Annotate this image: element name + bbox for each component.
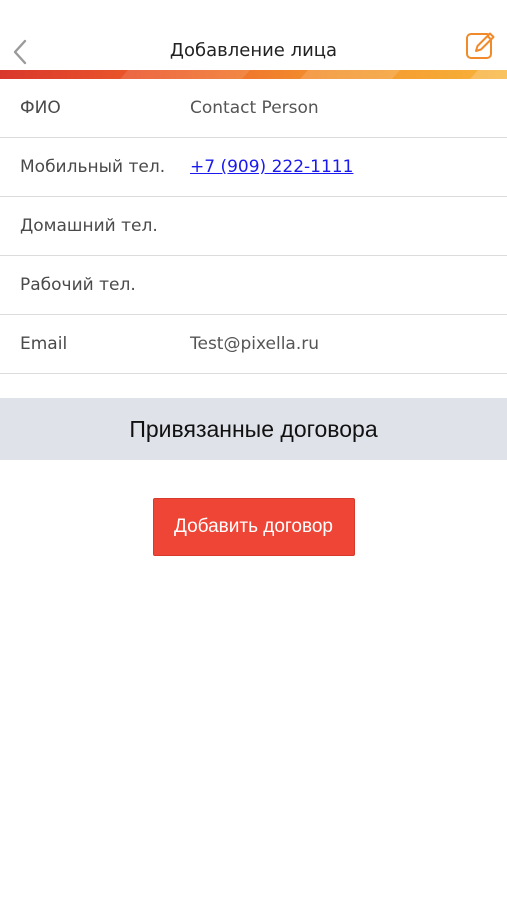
field-label: Рабочий тел. [20,275,136,295]
field-value[interactable]: Test@pixella.ru [170,334,507,354]
header-accent-stripe [0,70,507,79]
field-row-home-phone[interactable]: Домашний тел. [0,197,507,256]
page-title: Добавление лица [169,40,338,61]
field-row-mobile-phone[interactable]: Мобильный тел. +7 (909) 222-1111 [0,138,507,197]
field-row-work-phone[interactable]: Рабочий тел. [0,256,507,315]
field-row-email[interactable]: Email Test@pixella.ru [0,315,507,374]
add-contract-button[interactable]: Добавить договор [152,498,355,556]
field-label: Email [20,334,68,354]
section-header-contracts: Привязанные договора [0,398,507,460]
field-row-fio[interactable]: ФИО Contact Person [0,79,507,138]
phone-link[interactable]: +7 (909) 222-1111 [170,157,507,177]
field-value[interactable]: Contact Person [170,98,507,118]
field-label: Мобильный тел. [20,157,166,177]
button-container: Добавить договор [0,498,507,556]
contact-form: ФИО Contact Person Мобильный тел. +7 (90… [0,79,507,374]
field-label: ФИО [20,98,61,118]
field-label: Домашний тел. [20,216,158,236]
app-header: Добавление лица [0,0,507,70]
edit-pencil-icon [466,32,495,59]
edit-button[interactable] [465,30,497,62]
